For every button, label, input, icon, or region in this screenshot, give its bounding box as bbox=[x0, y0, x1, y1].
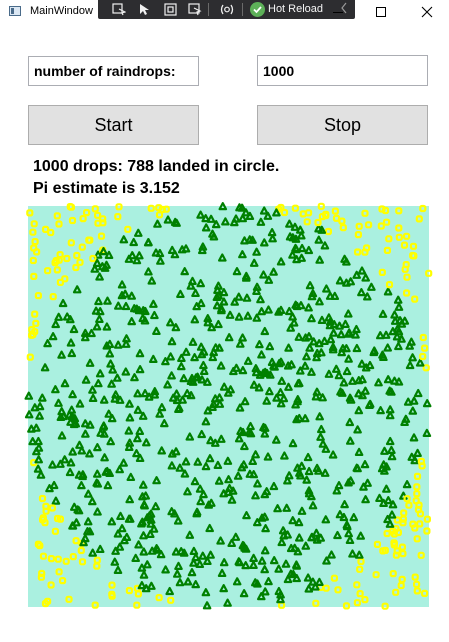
close-icon bbox=[421, 6, 433, 18]
collapse-icon[interactable] bbox=[340, 1, 348, 18]
pointer-icon[interactable] bbox=[134, 1, 152, 18]
display-layout-icon[interactable] bbox=[161, 1, 179, 18]
pi-estimate: Pi estimate is 3.152 bbox=[33, 180, 180, 197]
main-window: MainWindow Hot Reload number of raindrop… bbox=[0, 0, 449, 642]
app-icon bbox=[9, 6, 21, 16]
toolbar-separator bbox=[242, 3, 243, 16]
stop-button[interactable]: Stop bbox=[257, 105, 428, 145]
track-focus-icon[interactable] bbox=[186, 1, 204, 18]
hot-reload-label[interactable]: Hot Reload bbox=[268, 3, 323, 15]
binding-failures-icon[interactable] bbox=[218, 1, 236, 18]
toolbar-separator bbox=[208, 3, 209, 16]
xaml-debug-toolbar: Hot Reload bbox=[98, 0, 355, 19]
select-element-icon[interactable] bbox=[110, 1, 128, 18]
window-title: MainWindow bbox=[30, 5, 93, 17]
minimize-icon bbox=[333, 12, 343, 13]
start-button[interactable]: Start bbox=[28, 105, 199, 145]
maximize-icon[interactable] bbox=[376, 7, 386, 17]
close-button[interactable] bbox=[404, 0, 449, 24]
raindrops-label: number of raindrops: bbox=[28, 56, 199, 86]
raindrops-input[interactable] bbox=[257, 55, 428, 86]
hot-reload-icon[interactable] bbox=[250, 2, 265, 17]
title-bar[interactable]: MainWindow Hot Reload bbox=[0, 0, 449, 24]
raindrop-canvas bbox=[0, 200, 449, 615]
result-summary: 1000 drops: 788 landed in circle. bbox=[33, 158, 280, 175]
raindrop-plot bbox=[24, 202, 433, 610]
